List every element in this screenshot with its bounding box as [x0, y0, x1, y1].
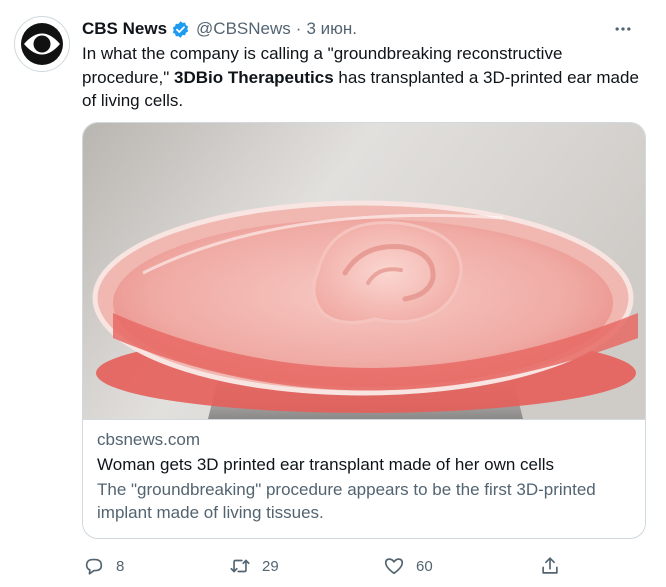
tweet-text-bold: 3DBio Therapeutics: [174, 67, 334, 87]
card-title[interactable]: Woman gets 3D printed ear transplant mad…: [97, 453, 631, 477]
like-count: 60: [416, 557, 433, 575]
author-handle[interactable]: @CBSNews: [196, 19, 291, 39]
retweet-icon: [226, 552, 254, 580]
share-icon: [536, 552, 564, 580]
reply-button[interactable]: 8: [80, 552, 124, 580]
tweet-header: CBS News @CBSNews · 3 июн.: [82, 16, 646, 42]
card-description: The "groundbreaking" procedure appears t…: [97, 480, 596, 522]
reply-icon: [80, 552, 108, 580]
card-domain: cbsnews.com: [97, 430, 200, 449]
link-card[interactable]: cbsnews.com Woman gets 3D printed ear tr…: [82, 122, 646, 539]
card-info: cbsnews.com Woman gets 3D printed ear tr…: [97, 428, 631, 524]
retweet-count: 29: [262, 557, 279, 575]
retweet-button[interactable]: 29: [226, 552, 279, 580]
card-image: [83, 123, 645, 420]
tweet[interactable]: CBS News @CBSNews · 3 июн. In what the c…: [0, 0, 666, 587]
tweet-actions: 8 29 60: [80, 552, 570, 580]
like-icon: [380, 552, 408, 580]
more-icon[interactable]: [608, 14, 638, 44]
author-name[interactable]: CBS News: [82, 19, 167, 39]
separator: ·: [295, 19, 302, 38]
avatar[interactable]: [14, 16, 70, 72]
verified-badge-icon: [171, 20, 190, 39]
like-button[interactable]: 60: [380, 552, 433, 580]
cbs-eye-logo: [21, 23, 63, 65]
reply-count: 8: [116, 557, 125, 575]
tweet-date[interactable]: 3 июн.: [306, 19, 357, 39]
tweet-text: In what the company is calling a "ground…: [82, 42, 642, 113]
share-button[interactable]: [536, 552, 564, 580]
